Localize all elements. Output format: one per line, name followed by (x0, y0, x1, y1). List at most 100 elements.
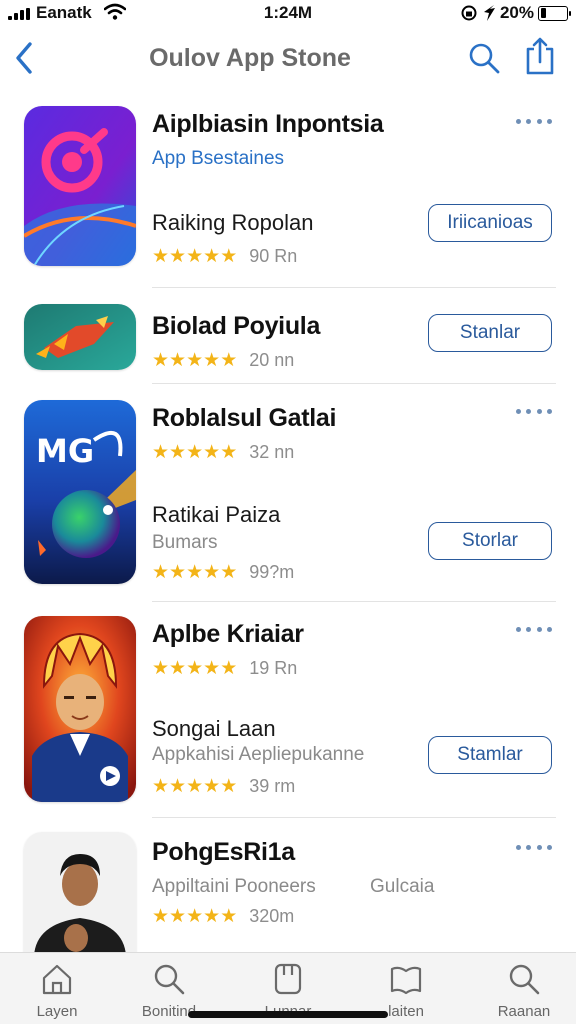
star-rating: ★ ★ ★ ★ ★ (152, 659, 237, 678)
battery-percent: 20% (499, 3, 534, 22)
star-icon: ★ (220, 658, 238, 679)
star-icon: ★ (203, 658, 221, 679)
app-icon[interactable]: MG (24, 400, 136, 584)
rating-count: 90 Rn (249, 246, 298, 266)
star-icon: ★ (220, 350, 238, 371)
app-subtitle[interactable]: App Bsestaines (152, 148, 284, 170)
share-icon[interactable] (524, 36, 556, 76)
star-icon: ★ (152, 658, 170, 679)
app-label: Ratikai Paiza (152, 502, 281, 527)
tab-home[interactable]: Layen (7, 961, 107, 1020)
more-options-button[interactable] (516, 842, 552, 852)
app-rating: ★ ★ ★ ★ ★ 20 nn (152, 350, 294, 371)
list-item[interactable]: Biolad Poyiula ★ ★ ★ ★ ★ 20 nn Stanlar (0, 288, 576, 384)
star-icon: ★ (186, 442, 204, 463)
search-icon (509, 964, 540, 995)
star-icon: ★ (220, 906, 238, 927)
app-subtitle: Appkahisi Aepliepukanne (152, 744, 365, 765)
star-icon: ★ (169, 776, 187, 797)
star-icon: ★ (220, 562, 238, 583)
more-options-button[interactable] (516, 624, 552, 634)
star-icon: ★ (152, 562, 170, 583)
more-options-button[interactable] (516, 116, 552, 126)
get-button[interactable]: Stanlar (428, 314, 552, 352)
app-rating: ★ ★ ★ ★ ★ 320m (152, 906, 294, 927)
app-icon[interactable] (24, 106, 136, 266)
star-icon: ★ (203, 776, 221, 797)
star-icon: ★ (169, 246, 187, 267)
app-subtitle: Bumars (152, 532, 218, 553)
rating-count: 20 nn (249, 350, 295, 370)
get-button[interactable]: Stamlar (428, 736, 552, 774)
star-icon: ★ (186, 350, 204, 371)
list-item[interactable]: PohgEsRi1a Appiltaini Pooneers Gulcaia ★… (0, 818, 576, 956)
app-name: Aiplbiasin Inpontsia (152, 110, 384, 138)
app-rating: ★ ★ ★ ★ ★ 90 Rn (152, 246, 297, 267)
rating-count: 32 nn (249, 442, 295, 462)
list-item[interactable]: Aiplbiasin Inpontsia App Bsestaines Raik… (0, 96, 576, 288)
app-name: PohgEsRi1a (152, 838, 295, 866)
lock-rotation-icon (461, 5, 477, 21)
star-icon: ★ (203, 562, 221, 583)
rating-count: 99?m (249, 562, 295, 582)
star-icon: ★ (203, 906, 221, 927)
tab-search-2[interactable]: Raanan (474, 961, 574, 1020)
star-icon: ★ (186, 776, 204, 797)
star-icon: ★ (152, 776, 170, 797)
star-icon: ★ (152, 442, 170, 463)
star-icon: ★ (220, 246, 238, 267)
app-label: Raiking Ropolan (152, 210, 314, 235)
star-icon: ★ (186, 658, 204, 679)
star-icon: ★ (169, 562, 187, 583)
star-icon: ★ (152, 906, 170, 927)
app-name: Roblalsul Gatlai (152, 404, 337, 432)
page-title: Oulov App Stone (149, 44, 351, 72)
star-icon: ★ (203, 350, 221, 371)
app-rating: ★ ★ ★ ★ ★ 39 rm (152, 776, 295, 797)
more-options-button[interactable] (516, 406, 552, 416)
star-rating: ★ ★ ★ ★ ★ (152, 443, 237, 462)
star-icon: ★ (203, 246, 221, 267)
star-icon: ★ (169, 906, 187, 927)
star-rating: ★ ★ ★ ★ ★ (152, 351, 237, 370)
app-name: Aplbe Kriaiar (152, 620, 304, 648)
star-icon: ★ (220, 776, 238, 797)
home-icon (42, 964, 72, 995)
battery-icon (538, 5, 571, 21)
rating-count: 320m (249, 906, 295, 926)
star-icon: ★ (169, 442, 187, 463)
star-icon: ★ (186, 246, 204, 267)
rating-count: 19 Rn (249, 658, 298, 678)
star-icon: ★ (186, 906, 204, 927)
get-button[interactable]: Iriicanioas (428, 204, 552, 242)
app-rating: ★ ★ ★ ★ ★ 19 Rn (152, 658, 297, 679)
list-item[interactable]: Aplbe Kriaiar ★ ★ ★ ★ ★ 19 Rn Songai Laan Ap… (0, 602, 576, 818)
app-name: Biolad Poyiula (152, 312, 321, 340)
star-icon: ★ (186, 562, 204, 583)
star-rating: ★ ★ ★ ★ ★ (152, 907, 237, 926)
rating-count: 39 rm (249, 776, 296, 796)
list-item[interactable]: MG Roblalsul Gatlai ★ ★ ★ ★ ★ 32 nn Ratikai … (0, 384, 576, 602)
app-rating: ★ ★ ★ ★ ★ 32 nn (152, 442, 294, 463)
status-bar: Eanatk 1:24M 20% (0, 0, 576, 26)
apps-icon (274, 963, 302, 995)
app-icon[interactable] (24, 616, 136, 802)
get-button[interactable]: Storlar (428, 522, 552, 560)
star-rating: ★ ★ ★ ★ ★ (152, 563, 237, 582)
app-icon[interactable] (24, 304, 136, 370)
search-icon[interactable] (466, 40, 502, 76)
app-rating: ★ ★ ★ ★ ★ 99?m (152, 562, 294, 583)
book-icon (390, 966, 422, 995)
app-icon[interactable] (24, 832, 136, 956)
star-icon: ★ (152, 246, 170, 267)
star-icon: ★ (169, 350, 187, 371)
tab-label: Raanan (497, 1003, 551, 1020)
status-right: 20% (460, 3, 571, 23)
star-icon: ★ (169, 658, 187, 679)
star-icon: ★ (203, 442, 221, 463)
navigation-bar: Oulov App Stone (0, 30, 576, 86)
search-icon (154, 964, 185, 995)
home-indicator (188, 1011, 388, 1018)
location-icon (483, 5, 495, 21)
star-rating: ★ ★ ★ ★ ★ (152, 247, 237, 266)
